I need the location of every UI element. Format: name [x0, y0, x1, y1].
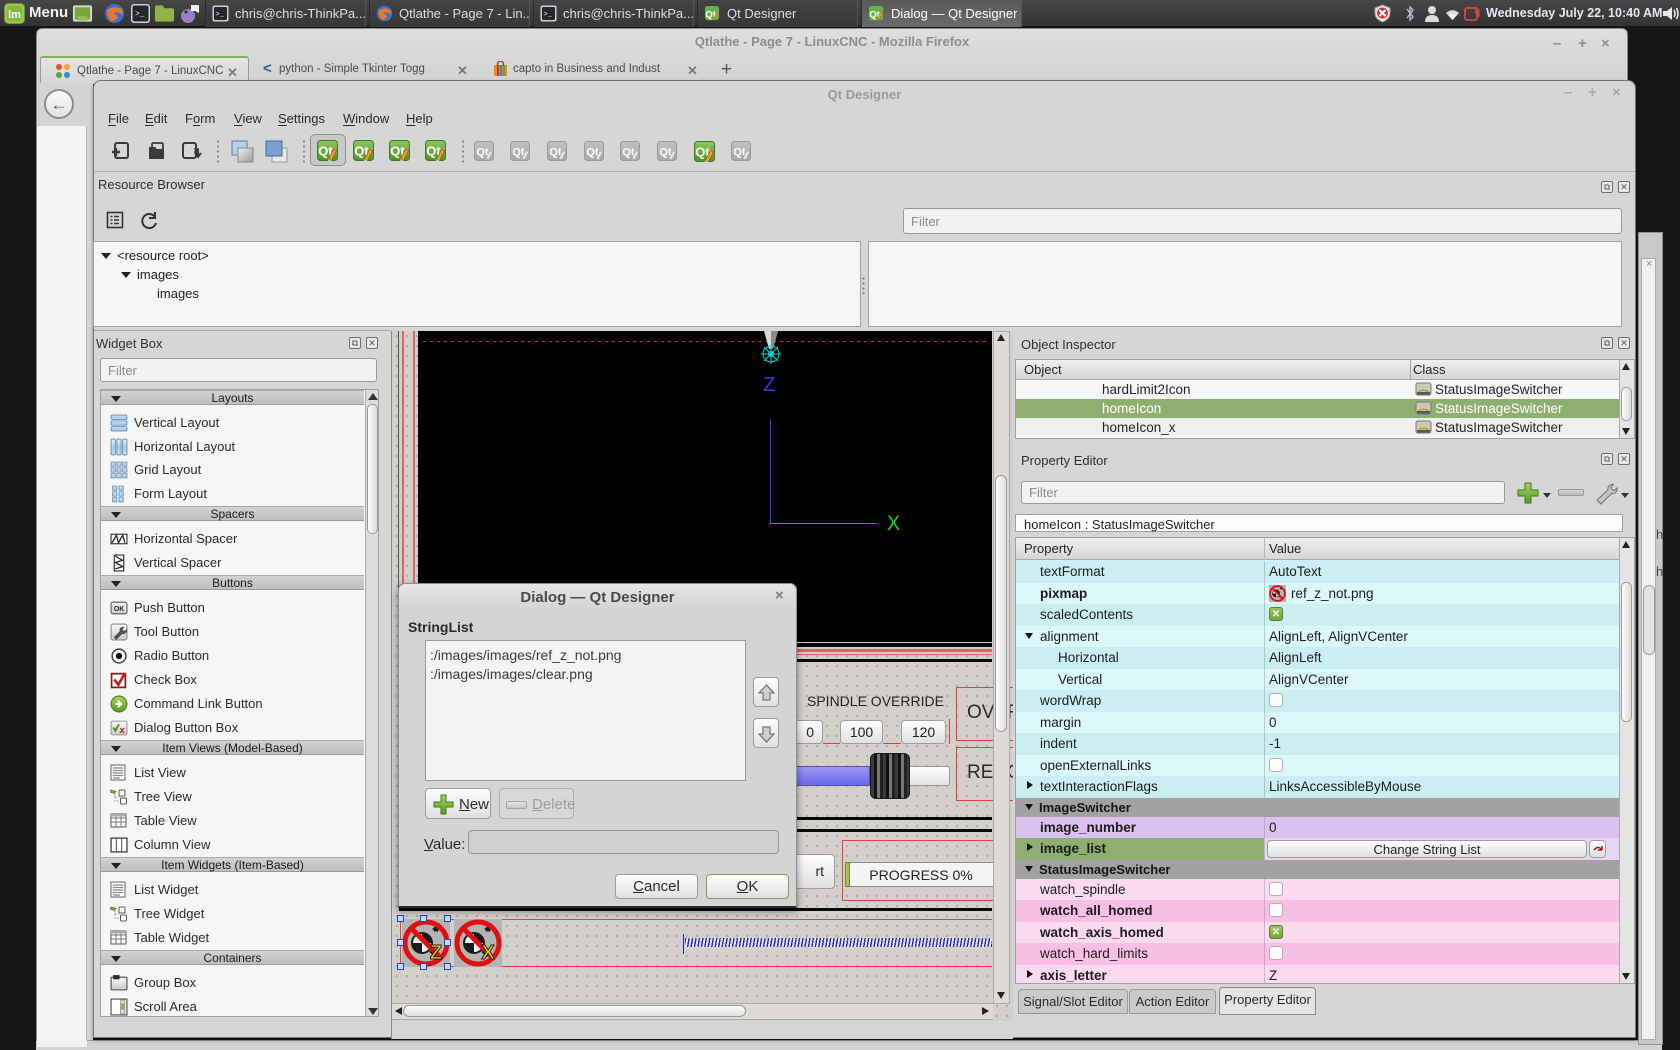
svg-text:Z: Z	[430, 942, 442, 964]
svg-text:OK: OK	[114, 606, 124, 613]
svg-text:x: x	[120, 725, 126, 736]
svg-text:>_: >_	[544, 11, 553, 19]
svg-text:lm: lm	[8, 9, 21, 21]
svg-text:>_: >_	[216, 11, 225, 19]
svg-text:X: X	[481, 942, 495, 964]
svg-text:>_: >_	[135, 10, 145, 19]
